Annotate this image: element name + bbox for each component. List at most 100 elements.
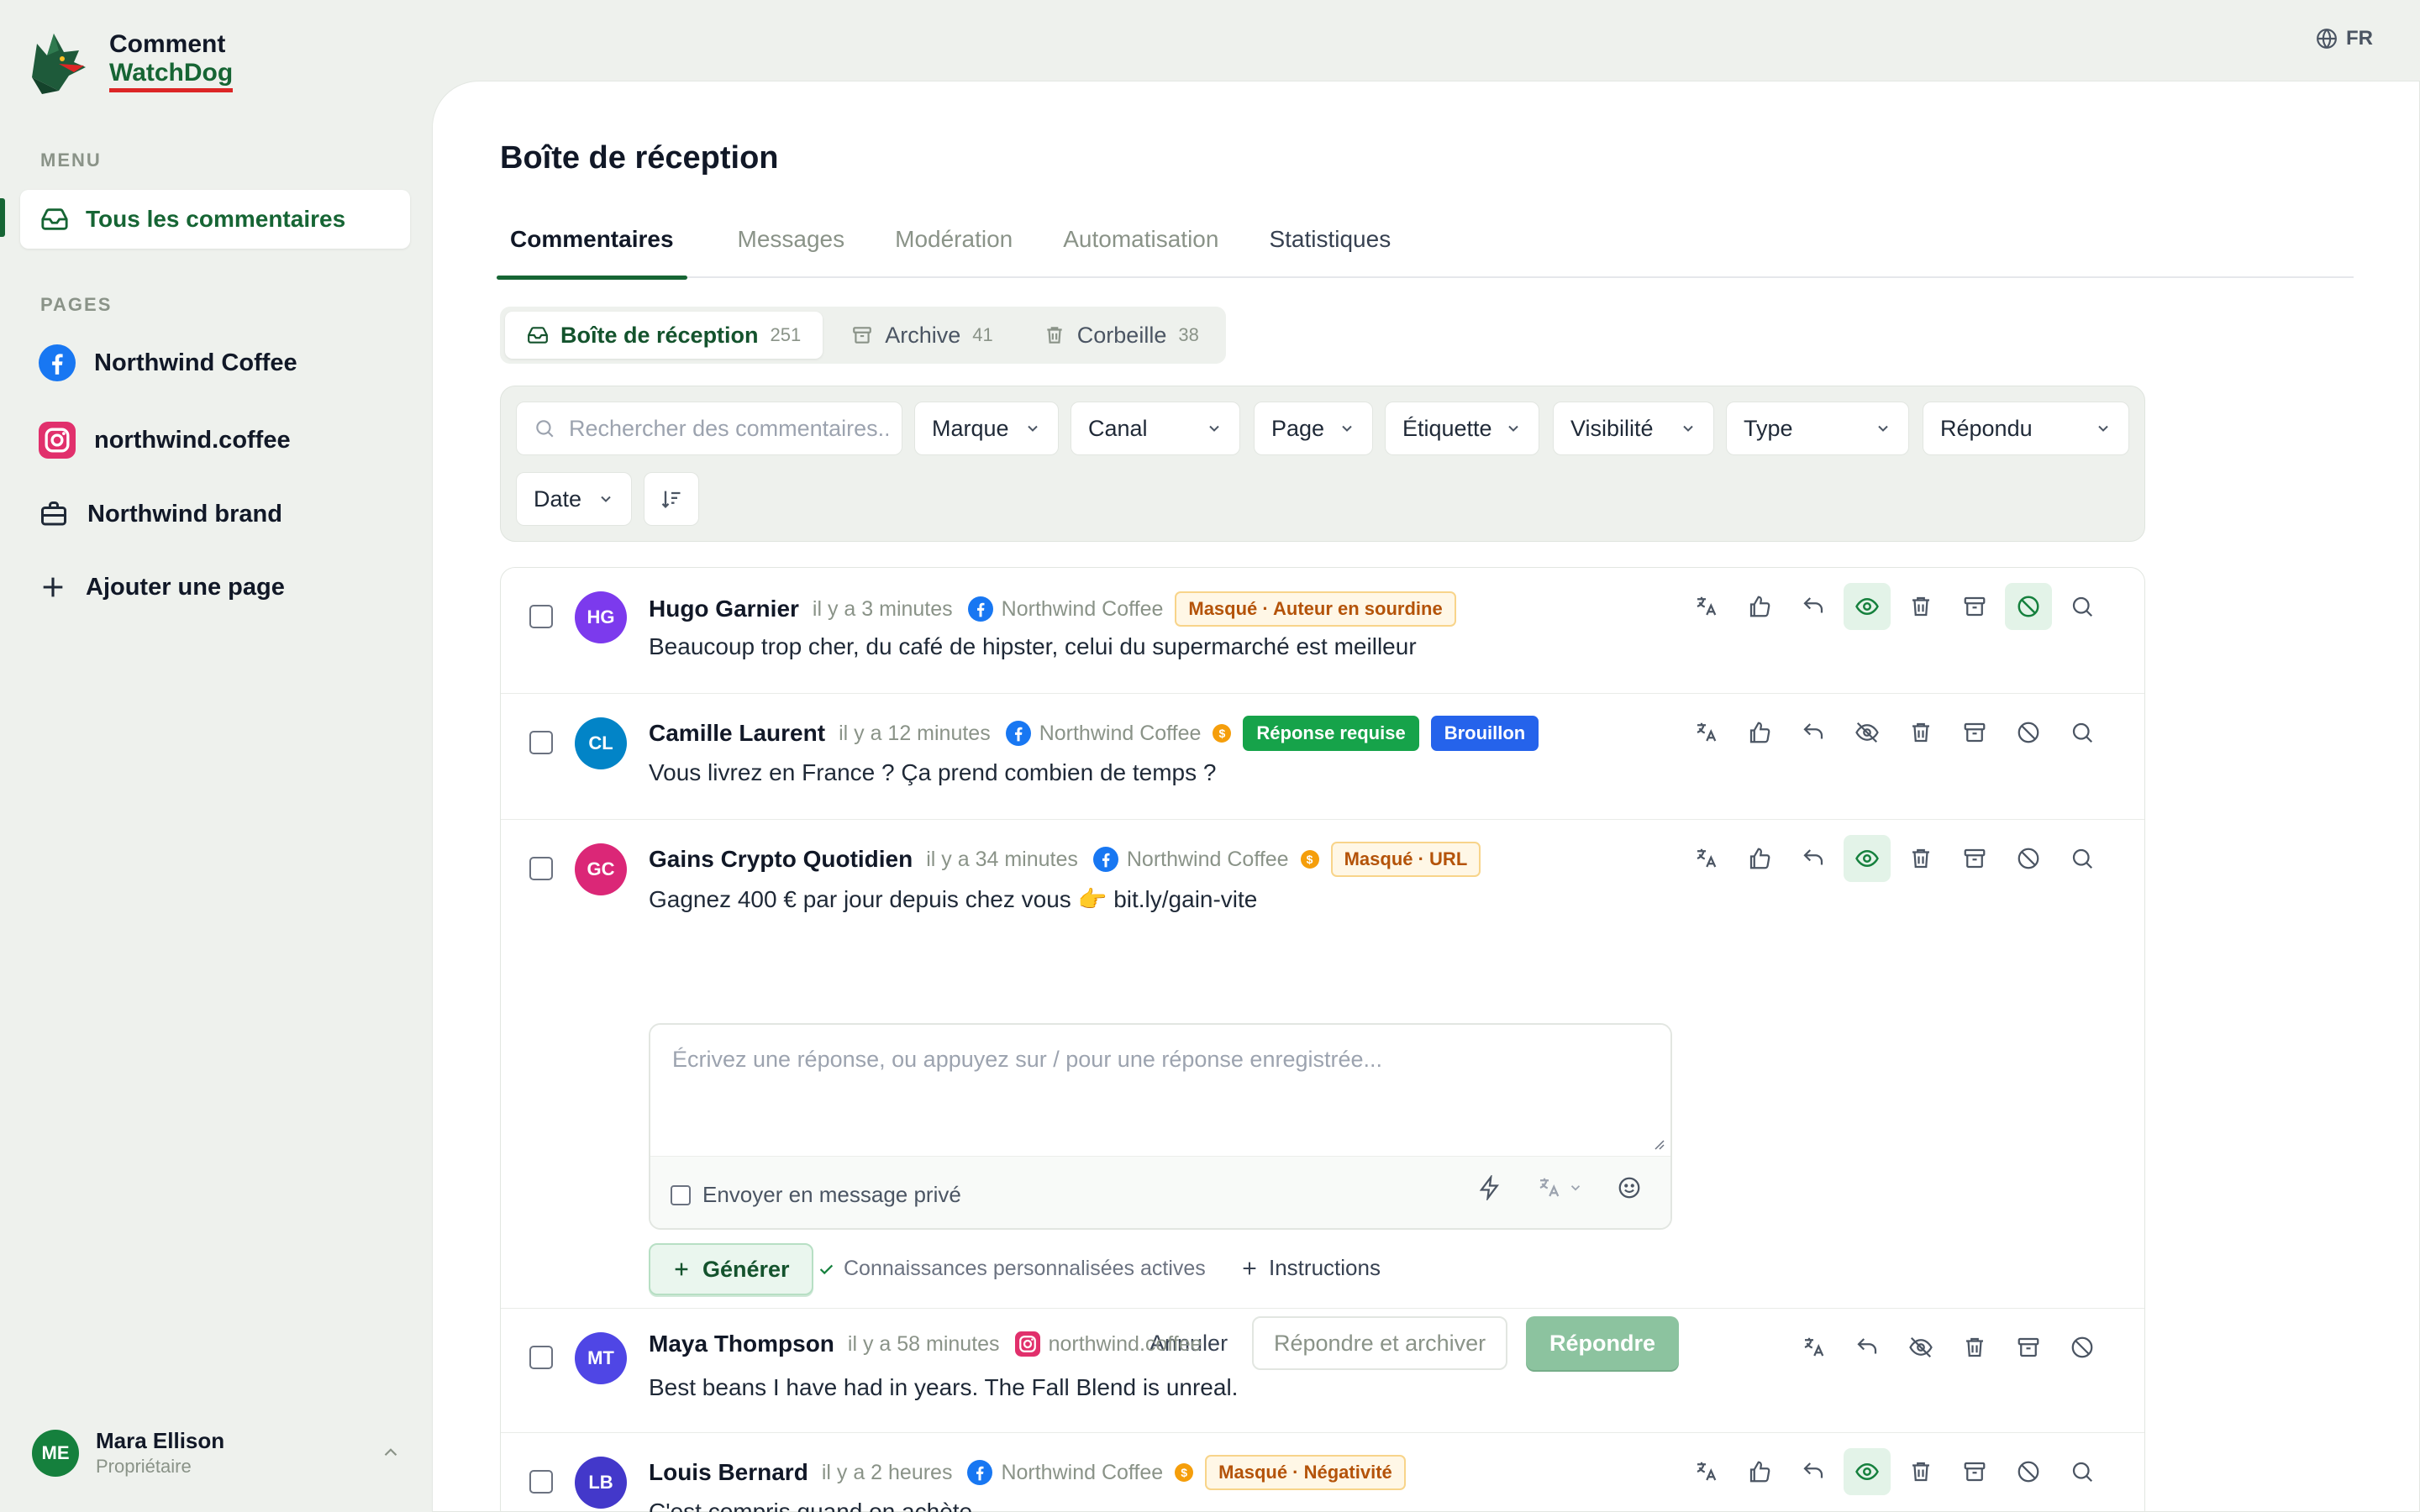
sidebar-page-northwind-coffee[interactable]: Northwind Coffee (39, 344, 297, 381)
search-similar-button[interactable] (2059, 835, 2106, 882)
delete-button[interactable] (1897, 709, 1944, 756)
visibility-filter[interactable]: Visibilité (1553, 402, 1714, 455)
sort-button[interactable] (644, 472, 699, 526)
row-checkbox[interactable] (529, 857, 553, 880)
search-similar-button[interactable] (2059, 709, 2106, 756)
translate-button[interactable] (1682, 709, 1729, 756)
reply-button[interactable] (1844, 1324, 1891, 1371)
delete-button[interactable] (1951, 1324, 1998, 1371)
translate-icon (1539, 1178, 1560, 1197)
row-checkbox[interactable] (529, 1470, 553, 1494)
comment-source[interactable]: Northwind Coffee (1005, 721, 1201, 746)
row-checkbox[interactable] (529, 605, 553, 628)
sidebar-page-northwind-brand[interactable]: Northwind brand (39, 499, 282, 529)
page-name: Northwind Coffee (94, 349, 297, 376)
comment-author[interactable]: Hugo Garnier (649, 596, 799, 622)
comment-author[interactable]: Camille Laurent (649, 720, 825, 747)
archive-button[interactable] (1951, 1448, 1998, 1495)
comment-author[interactable]: Maya Thompson (649, 1331, 834, 1357)
label-filter[interactable]: Étiquette (1385, 402, 1539, 455)
visibility-button[interactable] (1844, 709, 1891, 756)
sidebar-page-northwind-instagram[interactable]: northwind.coffee (39, 422, 291, 459)
delete-button[interactable] (1897, 583, 1944, 630)
date-filter[interactable]: Date (516, 472, 632, 526)
like-button[interactable] (1736, 583, 1783, 630)
visibility-button[interactable] (1844, 1448, 1891, 1495)
reply-button[interactable] (1790, 583, 1837, 630)
trash-icon (1912, 722, 1929, 743)
comment-author[interactable]: Louis Bernard (649, 1459, 808, 1486)
row-checkbox[interactable] (529, 1346, 553, 1369)
tab-automation[interactable]: Automatisation (1063, 226, 1218, 276)
comment-actions (1790, 1324, 2106, 1371)
search-input[interactable] (569, 415, 888, 442)
comment-source[interactable]: Northwind Coffee (1092, 847, 1289, 872)
segment-archive[interactable]: Archive 41 (829, 312, 1015, 359)
brand-filter[interactable]: Marque (914, 402, 1059, 455)
thumbs-up-icon (1749, 596, 1770, 617)
reply-button[interactable] (1790, 709, 1837, 756)
visibility-button[interactable] (1844, 583, 1891, 630)
private-message-toggle[interactable]: Envoyer en message privé (671, 1182, 961, 1208)
type-filter[interactable]: Type (1726, 402, 1909, 455)
search-similar-button[interactable] (2059, 583, 2106, 630)
visibility-button[interactable] (1844, 835, 1891, 882)
instructions-button[interactable]: Instructions (1240, 1255, 1381, 1281)
tab-messages[interactable]: Messages (738, 226, 845, 276)
like-button[interactable] (1736, 709, 1783, 756)
resize-handle-icon[interactable] (1650, 1136, 1665, 1151)
instagram-icon (1014, 1331, 1040, 1357)
add-page-button[interactable]: Ajouter une page (39, 573, 285, 601)
comment-actions (1682, 709, 2106, 756)
archive-button[interactable] (1951, 835, 1998, 882)
archive-button[interactable] (2005, 1324, 2052, 1371)
archive-button[interactable] (1951, 709, 1998, 756)
translate-button[interactable] (1682, 835, 1729, 882)
generate-button[interactable]: Générer (649, 1243, 813, 1295)
reply-toolbar: Envoyer en message privé (650, 1156, 1670, 1228)
app-logo[interactable]: Comment WatchDog (25, 27, 234, 96)
sidebar-item-all-comments[interactable]: Tous les commentaires (20, 190, 410, 249)
comment-author[interactable]: Gains Crypto Quotidien (649, 846, 913, 873)
like-button[interactable] (1736, 1448, 1783, 1495)
language-selector[interactable]: FR (2316, 27, 2373, 50)
row-checkbox[interactable] (529, 731, 553, 754)
sidebar-item-label: Tous les commentaires (86, 206, 346, 232)
search-similar-button[interactable] (2059, 1448, 2106, 1495)
segment-inbox[interactable]: Boîte de réception 251 (505, 312, 823, 359)
reply-textarea[interactable] (650, 1025, 1670, 1156)
channel-filter[interactable]: Canal (1071, 402, 1240, 455)
translate-button[interactable] (1682, 1448, 1729, 1495)
archive-button[interactable] (1951, 583, 1998, 630)
delete-button[interactable] (1897, 835, 1944, 882)
delete-button[interactable] (1897, 1448, 1944, 1495)
private-message-checkbox[interactable] (671, 1184, 691, 1205)
comment-source[interactable]: Northwind Coffee (967, 596, 1163, 622)
reply-button[interactable] (1790, 1448, 1837, 1495)
translate-button[interactable] (1790, 1324, 1837, 1371)
translate-button[interactable] (1682, 583, 1729, 630)
lightning-icon[interactable] (1477, 1175, 1502, 1200)
tab-statistics[interactable]: Statistiques (1269, 226, 1391, 276)
segment-trash[interactable]: Corbeille 38 (1022, 312, 1221, 359)
block-button[interactable] (2005, 1448, 2052, 1495)
block-button[interactable] (2005, 583, 2052, 630)
comment-source[interactable]: northwind.coffee (1014, 1331, 1202, 1357)
like-button[interactable] (1736, 835, 1783, 882)
user-profile[interactable]: ME Mara Ellison Propriétaire (32, 1428, 402, 1478)
block-button[interactable] (2005, 835, 2052, 882)
comment-source[interactable]: Northwind Coffee (967, 1460, 1163, 1485)
page-filter[interactable]: Page (1254, 402, 1373, 455)
emoji-icon[interactable] (1617, 1175, 1642, 1200)
block-button[interactable] (2059, 1324, 2106, 1371)
segment-count: 251 (770, 324, 802, 345)
thumbs-up-icon (1749, 848, 1770, 869)
visibility-button[interactable] (1897, 1324, 1944, 1371)
translate-reply-button[interactable] (1536, 1175, 1583, 1200)
comment-time: il y a 58 minutes (847, 1331, 1000, 1356)
tab-moderation[interactable]: Modération (895, 226, 1013, 276)
tab-comments[interactable]: Commentaires (497, 226, 687, 280)
answered-filter[interactable]: Répondu (1923, 402, 2129, 455)
block-button[interactable] (2005, 709, 2052, 756)
reply-button[interactable] (1790, 835, 1837, 882)
